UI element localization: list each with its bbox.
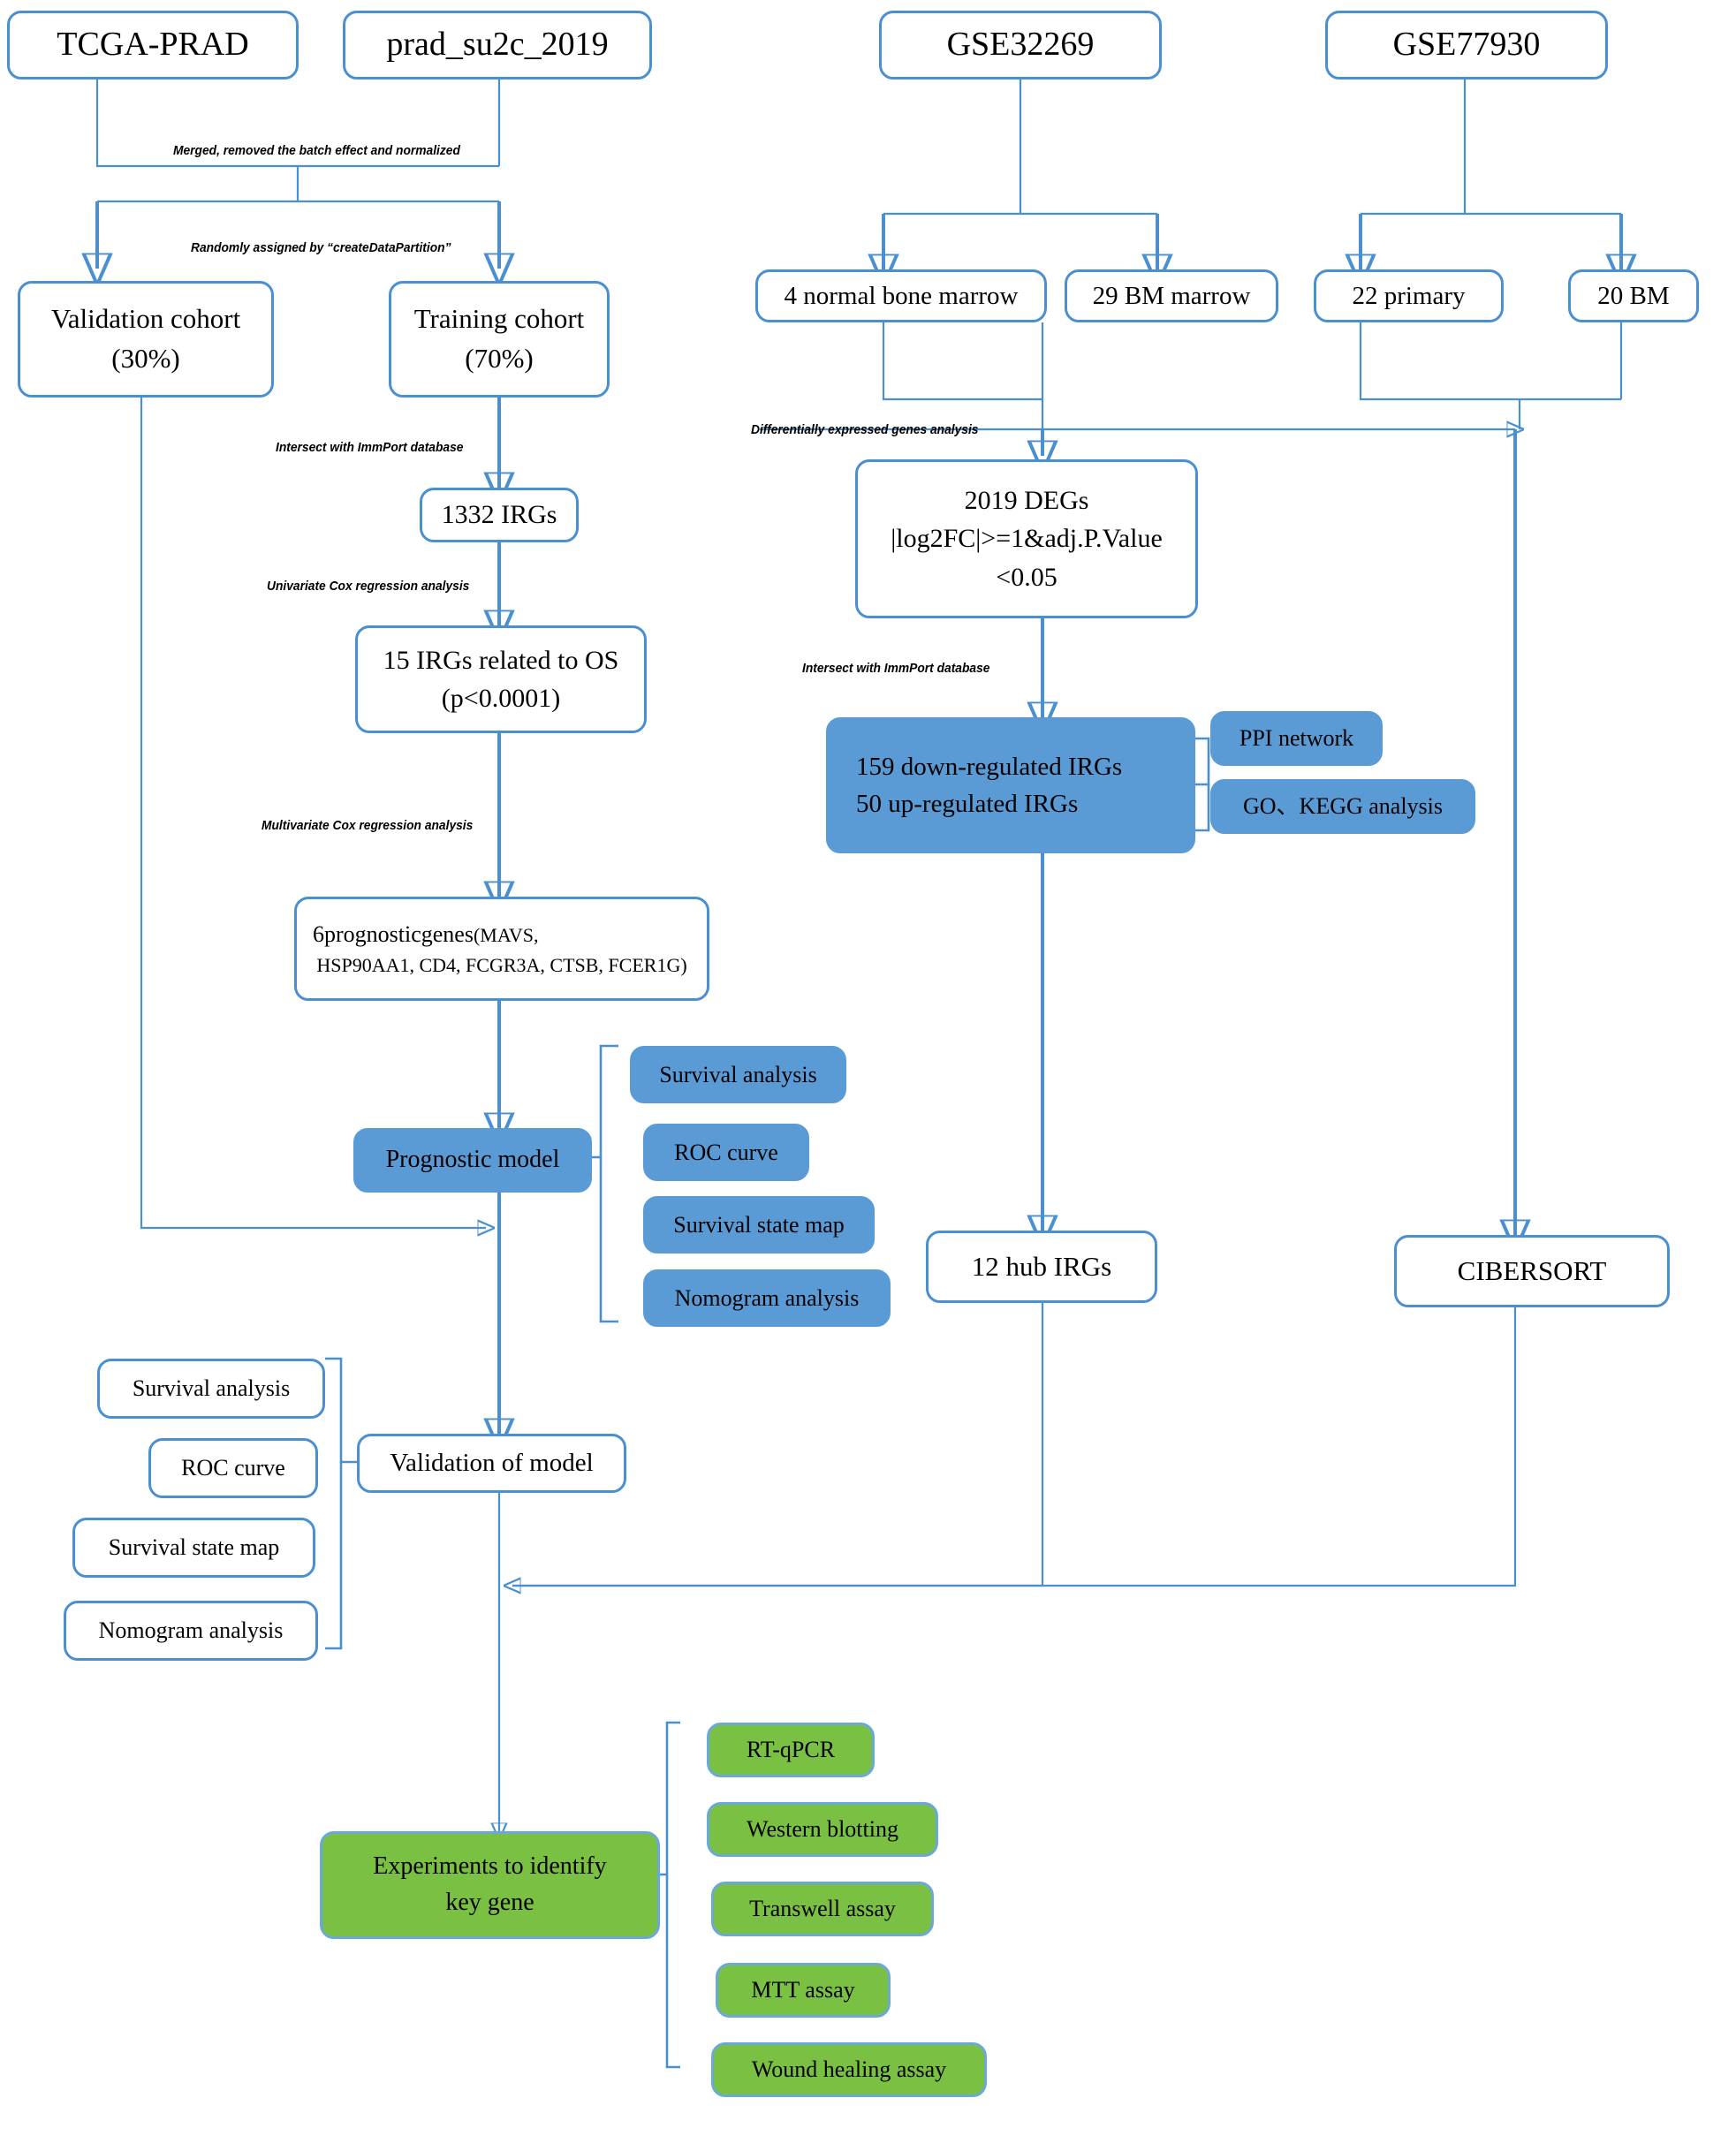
node-2019-degs[interactable]: 2019 DEGs |log2FC|>=1&adj.P.Value <0.05 bbox=[855, 459, 1198, 618]
node-experiment-transwell-assay[interactable]: Transwell assay bbox=[711, 1882, 934, 1936]
node-label: Prognostic model bbox=[385, 1146, 560, 1174]
edge-label-random-partition: Randomly assigned by “createDataPartitio… bbox=[191, 240, 451, 255]
node-validation-output-nomogram-analysis[interactable]: Nomogram analysis bbox=[64, 1601, 318, 1661]
node-label-line2: |log2FC|>=1&adj.P.Value bbox=[891, 524, 1163, 554]
node-label-line1: Experiments to identify bbox=[373, 1852, 607, 1881]
node-label-line2: (70%) bbox=[465, 343, 534, 374]
node-experiment-western-blotting[interactable]: Western blotting bbox=[707, 1802, 938, 1857]
node-label: GO、KEGG analysis bbox=[1242, 793, 1444, 820]
node-12-hub-irgs[interactable]: 12 hub IRGs bbox=[926, 1231, 1157, 1303]
node-label: Validation of model bbox=[390, 1449, 594, 1478]
node-model-output-nomogram-analysis[interactable]: Nomogram analysis bbox=[643, 1269, 891, 1327]
edge-label-merged: Merged, removed the batch effect and nor… bbox=[173, 143, 460, 158]
node-label: Survival analysis bbox=[132, 1375, 291, 1402]
node-regulated-irgs[interactable]: 159 down-regulated IRGs 50 up-regulated … bbox=[826, 717, 1195, 853]
node-label: Transwell assay bbox=[749, 1896, 896, 1922]
edge-label-intersect-immport-right: Intersect with ImmPort database bbox=[802, 661, 990, 676]
node-label: PPI network bbox=[1239, 725, 1354, 752]
flowchart-canvas: Merged, removed the batch effect and nor… bbox=[0, 0, 1736, 2151]
node-label-line1: 2019 DEGs bbox=[964, 485, 1089, 515]
gene-count: 6 bbox=[313, 921, 324, 948]
node-label-line3: <0.05 bbox=[996, 562, 1058, 592]
node-label: 29 BM marrow bbox=[1092, 281, 1251, 310]
node-22-primary[interactable]: 22 primary bbox=[1314, 269, 1504, 322]
node-label-line2: (30%) bbox=[111, 343, 180, 374]
node-label-line1: 159 down-regulated IRGs bbox=[856, 752, 1123, 781]
node-label-line2: (p<0.0001) bbox=[441, 684, 561, 713]
node-label: prad_su2c_2019 bbox=[386, 26, 609, 64]
node-label: Nomogram analysis bbox=[674, 1284, 860, 1311]
node-label-line1: 6prognosticgenes(MAVS, bbox=[313, 918, 691, 951]
node-training-cohort[interactable]: Training cohort (70%) bbox=[389, 281, 610, 398]
node-model-output-survival-state-map[interactable]: Survival state map bbox=[643, 1196, 875, 1253]
node-model-output-roc-curve[interactable]: ROC curve bbox=[643, 1124, 809, 1181]
node-label: MTT assay bbox=[751, 1977, 855, 2003]
node-20-bm[interactable]: 20 BM bbox=[1568, 269, 1699, 322]
node-label: ROC curve bbox=[674, 1139, 778, 1165]
node-gse77930[interactable]: GSE77930 bbox=[1325, 11, 1608, 80]
node-label-line1: Training cohort bbox=[413, 303, 585, 335]
node-prognostic-genes[interactable]: 6prognosticgenes(MAVS, HSP90AA1, CD4, FC… bbox=[294, 897, 709, 1001]
node-label-line2: HSP90AA1, CD4, FCGR3A, CTSB, FCER1G) bbox=[316, 953, 687, 976]
node-gse32269[interactable]: GSE32269 bbox=[879, 11, 1162, 80]
node-experiment-wound-healing-assay[interactable]: Wound healing assay bbox=[711, 2042, 987, 2097]
node-label-line2: 50 up-regulated IRGs bbox=[856, 790, 1079, 818]
node-label: 12 hub IRGs bbox=[971, 1250, 1112, 1282]
node-prognostic-model[interactable]: Prognostic model bbox=[353, 1128, 592, 1193]
node-label: 22 primary bbox=[1352, 281, 1466, 310]
node-label-line2: key gene bbox=[445, 1889, 534, 1916]
node-experiment-mtt-assay[interactable]: MTT assay bbox=[716, 1963, 891, 2018]
node-label-line1: 15 IRGs related to OS bbox=[383, 645, 619, 675]
node-validation-output-survival-state-map[interactable]: Survival state map bbox=[72, 1518, 315, 1578]
node-label: Survival analysis bbox=[659, 1061, 817, 1087]
node-prad-su2c-2019[interactable]: prad_su2c_2019 bbox=[343, 11, 652, 80]
edge-label-univariate-cox: Univariate Cox regression analysis bbox=[267, 579, 470, 594]
node-validation-cohort[interactable]: Validation cohort (30%) bbox=[18, 281, 274, 398]
node-go-kegg-analysis[interactable]: GO、KEGG analysis bbox=[1210, 779, 1475, 834]
node-29-bm-marrow[interactable]: 29 BM marrow bbox=[1065, 269, 1278, 322]
node-label: 1332 IRGs bbox=[441, 500, 557, 530]
edge-label-intersect-immport-left: Intersect with ImmPort database bbox=[276, 440, 464, 455]
node-ppi-network[interactable]: PPI network bbox=[1210, 711, 1383, 766]
node-label: Nomogram analysis bbox=[98, 1617, 284, 1644]
node-label: 20 BM bbox=[1597, 281, 1670, 310]
gene-first: (MAVS, bbox=[473, 924, 539, 947]
node-model-output-survival-analysis[interactable]: Survival analysis bbox=[630, 1046, 846, 1103]
node-1332-irgs[interactable]: 1332 IRGs bbox=[420, 488, 579, 542]
node-validation-output-roc-curve[interactable]: ROC curve bbox=[148, 1438, 318, 1498]
edge-label-deg-analysis: Differentially expressed genes analysis bbox=[751, 422, 979, 437]
gene-word-prognostic: prognostic bbox=[324, 921, 421, 948]
node-15-irgs-os[interactable]: 15 IRGs related to OS (p<0.0001) bbox=[355, 625, 647, 733]
node-validation-of-model[interactable]: Validation of model bbox=[357, 1434, 626, 1493]
node-label: ROC curve bbox=[181, 1455, 285, 1481]
node-label: Survival state map bbox=[108, 1534, 280, 1561]
node-label: CIBERSORT bbox=[1457, 1254, 1607, 1286]
node-label: GSE77930 bbox=[1392, 26, 1541, 64]
node-label: GSE32269 bbox=[946, 26, 1095, 64]
node-label: TCGA-PRAD bbox=[57, 26, 249, 64]
node-cibersort[interactable]: CIBERSORT bbox=[1394, 1235, 1670, 1307]
node-tcga-prad[interactable]: TCGA-PRAD bbox=[7, 11, 299, 80]
node-label: Wound healing assay bbox=[751, 2056, 947, 2083]
node-label: RT-qPCR bbox=[746, 1737, 836, 1763]
node-label: Survival state map bbox=[673, 1211, 845, 1238]
node-4-normal-bone-marrow[interactable]: 4 normal bone marrow bbox=[755, 269, 1047, 322]
node-label-line1: Validation cohort bbox=[50, 303, 241, 335]
node-experiments-key-gene[interactable]: Experiments to identify key gene bbox=[320, 1831, 660, 1939]
edge-label-multivariate-cox: Multivariate Cox regression analysis bbox=[262, 818, 474, 833]
node-experiment-rt-qpcr[interactable]: RT-qPCR bbox=[707, 1723, 875, 1777]
node-validation-output-survival-analysis[interactable]: Survival analysis bbox=[97, 1359, 325, 1419]
node-label: 4 normal bone marrow bbox=[784, 281, 1019, 310]
node-label: Western blotting bbox=[747, 1816, 898, 1843]
gene-word-genes: genes bbox=[421, 921, 474, 948]
